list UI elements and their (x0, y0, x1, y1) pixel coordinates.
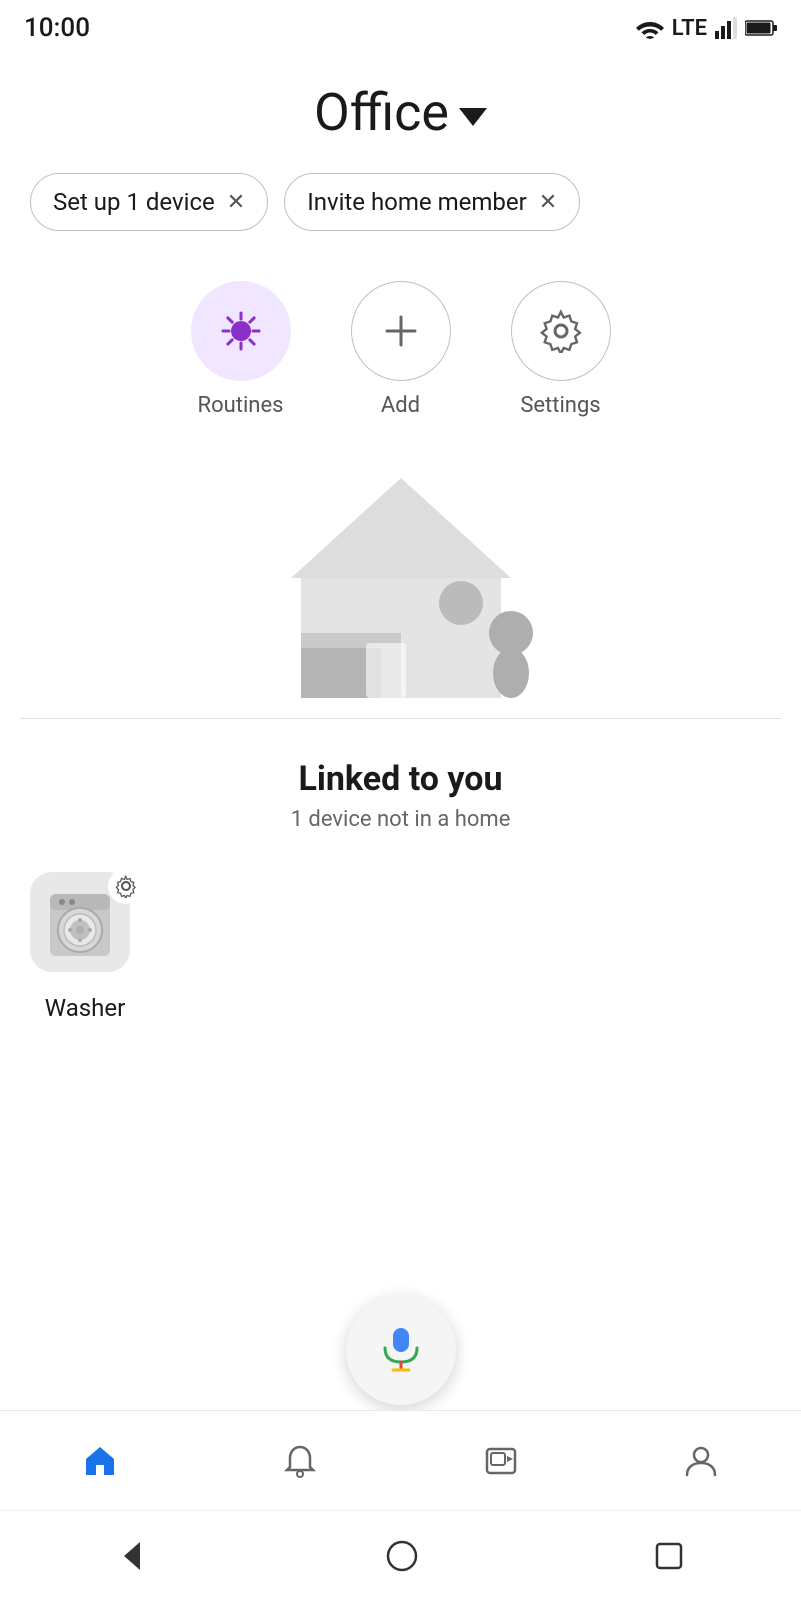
add-circle (351, 281, 451, 381)
nav-media[interactable] (463, 1433, 539, 1489)
invite-chip-label: Invite home member (307, 188, 527, 216)
setup-chip-close[interactable]: ✕ (227, 190, 245, 215)
status-time: 10:00 (24, 13, 90, 43)
action-row: Routines Add Settings (0, 251, 801, 438)
routines-action[interactable]: Routines (191, 281, 291, 418)
media-icon (483, 1443, 519, 1479)
routines-label: Routines (198, 393, 284, 418)
chip-row: Set up 1 device ✕ Invite home member ✕ (0, 163, 801, 251)
status-bar: 10:00 LTE (0, 0, 801, 52)
setup-device-chip[interactable]: Set up 1 device ✕ (30, 173, 268, 231)
settings-badge-icon (114, 874, 138, 898)
home-title[interactable]: Office (314, 82, 487, 143)
washer-label: Washer (45, 994, 125, 1022)
linked-section: Linked to you 1 device not in a home (0, 719, 801, 1042)
square-recents-icon (653, 1540, 685, 1572)
header[interactable]: Office (0, 52, 801, 163)
home-nav-icon (82, 1443, 118, 1479)
gear-icon (539, 309, 583, 353)
home-name: Office (314, 82, 449, 143)
linked-title: Linked to you (30, 759, 771, 799)
voice-area (346, 1295, 456, 1405)
sun-icon (217, 307, 265, 355)
settings-circle (511, 281, 611, 381)
invite-chip-close[interactable]: ✕ (539, 190, 557, 215)
signal-icon (715, 17, 737, 39)
setup-chip-label: Set up 1 device (53, 188, 215, 216)
nav-home[interactable] (62, 1433, 138, 1489)
wifi-icon (636, 17, 664, 39)
profile-icon (683, 1443, 719, 1479)
routines-circle (191, 281, 291, 381)
plus-icon (381, 311, 421, 351)
lte-icon: LTE (672, 16, 707, 41)
home-button[interactable] (384, 1538, 420, 1574)
bottom-nav (0, 1410, 801, 1510)
add-label: Add (381, 393, 420, 418)
nav-profile[interactable] (663, 1433, 739, 1489)
device-settings-badge (108, 868, 144, 904)
chevron-down-icon (459, 108, 487, 126)
nav-notifications[interactable] (262, 1433, 338, 1489)
recents-button[interactable] (653, 1540, 685, 1572)
circle-home-icon (384, 1538, 420, 1574)
settings-action[interactable]: Settings (511, 281, 611, 418)
home-illustration (0, 438, 801, 718)
linked-subtitle: 1 device not in a home (30, 807, 771, 832)
settings-label: Settings (520, 393, 600, 418)
microphone-icon (375, 1324, 427, 1376)
invite-member-chip[interactable]: Invite home member ✕ (284, 173, 580, 231)
voice-button[interactable] (346, 1295, 456, 1405)
bell-icon (282, 1443, 318, 1479)
add-action[interactable]: Add (351, 281, 451, 418)
status-icons: LTE (636, 16, 777, 41)
battery-icon (745, 19, 777, 37)
back-button[interactable] (116, 1538, 152, 1574)
house-svg (241, 448, 561, 708)
back-icon (116, 1538, 152, 1574)
washer-icon-wrapper (30, 872, 140, 982)
washer-device-card[interactable]: Washer (30, 872, 140, 1022)
washer-icon (44, 886, 116, 958)
android-nav (0, 1510, 801, 1600)
